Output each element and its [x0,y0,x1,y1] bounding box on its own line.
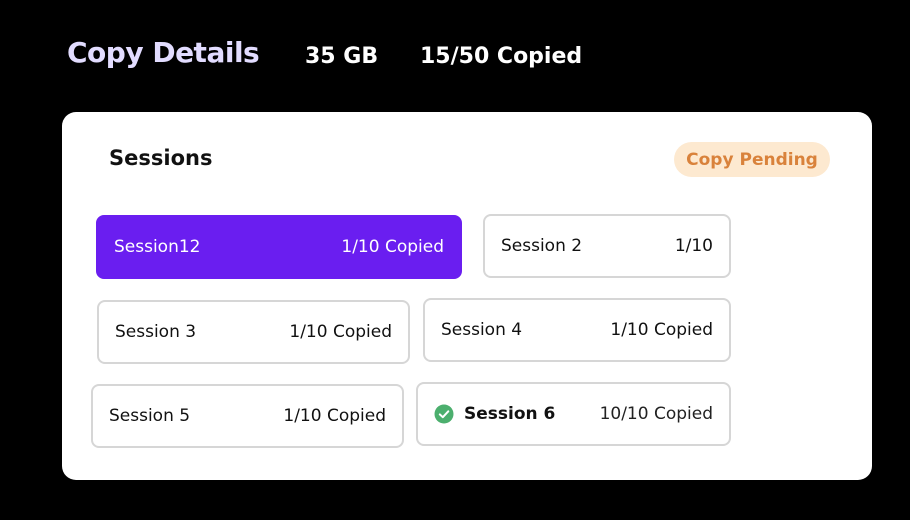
session-card-12[interactable]: Session12 1/10 Copied [96,215,462,279]
session-card-6[interactable]: Session 6 10/10 Copied [416,382,731,446]
sessions-card: Sessions Copy Pending Session12 1/10 Cop… [62,112,872,480]
session-card-5[interactable]: Session 5 1/10 Copied [91,384,404,448]
session-count: 1/10 Copied [289,322,392,342]
session-name: Session 5 [109,406,191,426]
session-name: Session 2 [501,236,583,256]
session-card-4[interactable]: Session 4 1/10 Copied [423,298,731,362]
session-card-2[interactable]: Session 2 1/10 [483,214,731,278]
header-title: Copy Details [67,36,260,69]
session-name: Session12 [114,237,201,257]
sessions-title: Sessions [109,146,213,170]
session-count: 1/10 [674,236,713,256]
session-name: Session 4 [441,320,523,340]
status-badge: Copy Pending [674,142,830,177]
session-count: 1/10 Copied [341,237,444,257]
session-name: Session 3 [115,322,197,342]
session-count: 1/10 Copied [283,406,386,426]
session-card-3[interactable]: Session 3 1/10 Copied [97,300,410,364]
session-count: 10/10 Copied [599,404,713,424]
session-count: 1/10 Copied [610,320,713,340]
check-circle-icon [434,404,454,424]
header-total-size: 35 GB [305,44,379,69]
header-copied-count: 15/50 Copied [420,44,583,69]
session-name: Session 6 [464,404,556,424]
